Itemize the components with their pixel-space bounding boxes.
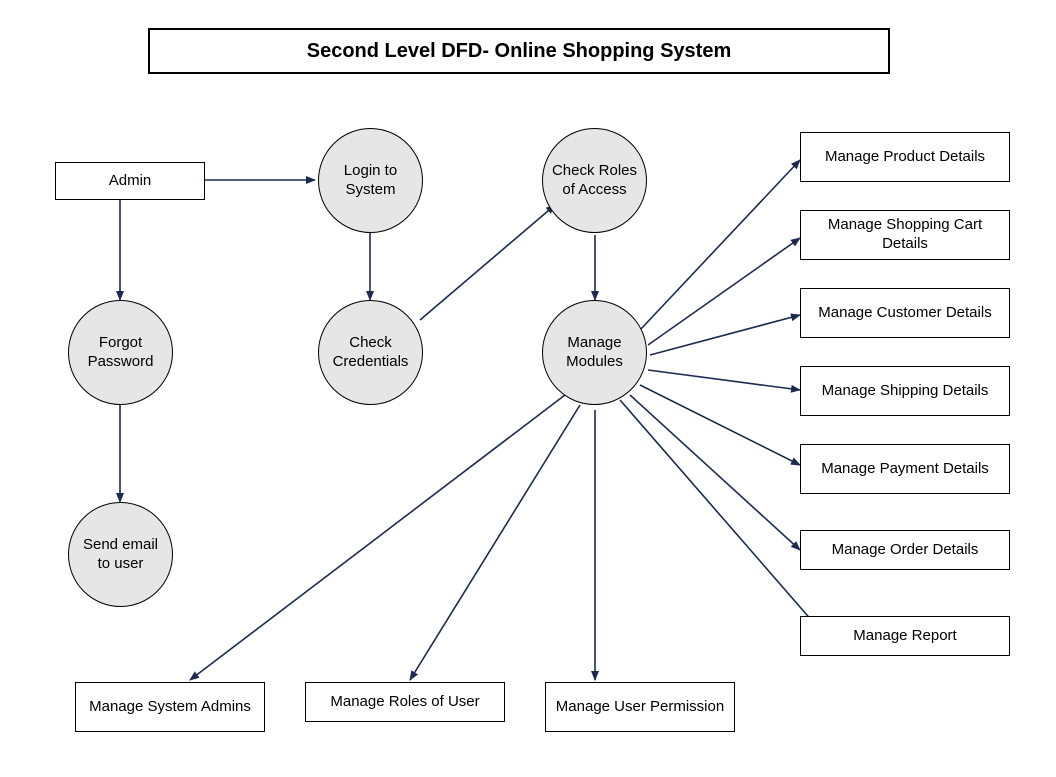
store-payment-details: Manage Payment Details — [800, 444, 1010, 494]
process-check-roles: Check Roles of Access — [542, 128, 647, 233]
diagram-canvas: Second Level DFD- Online Shopping System… — [0, 0, 1056, 777]
store-system-admins: Manage System Admins — [75, 682, 265, 732]
process-forgot-password: Forgot Password — [68, 300, 173, 405]
process-send-email: Send email to user — [68, 502, 173, 607]
store-customer-details: Manage Customer Details — [800, 288, 1010, 338]
store-shipping-details: Manage Shipping Details — [800, 366, 1010, 416]
store-roles-user: Manage Roles of User — [305, 682, 505, 722]
store-product-details: Manage Product Details — [800, 132, 1010, 182]
store-report: Manage Report — [800, 616, 1010, 656]
store-user-permission: Manage User Permission — [545, 682, 735, 732]
process-check-credentials: Check Credentials — [318, 300, 423, 405]
process-login: Login to System — [318, 128, 423, 233]
entity-admin: Admin — [55, 162, 205, 200]
diagram-title: Second Level DFD- Online Shopping System — [148, 28, 890, 74]
process-manage-modules: Manage Modules — [542, 300, 647, 405]
store-order-details: Manage Order Details — [800, 530, 1010, 570]
store-cart-details: Manage Shopping Cart Details — [800, 210, 1010, 260]
